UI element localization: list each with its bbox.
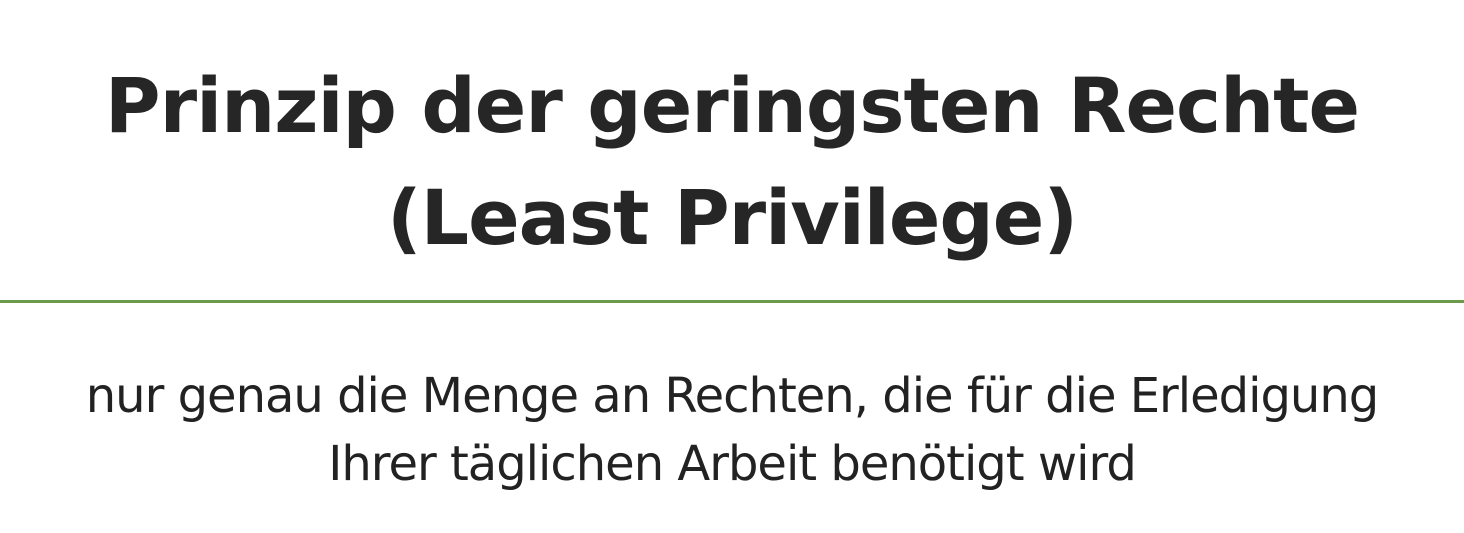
slide-description: nur genau die Menge an Rechten, die für … xyxy=(0,362,1464,498)
slide-description-line-2: Ihrer täglichen Arbeit benötigt wird xyxy=(328,436,1137,492)
slide-description-line-1: nur genau die Menge an Rechten, die für … xyxy=(85,368,1380,424)
slide: Prinzip der geringsten Rechte (Least Pri… xyxy=(0,0,1464,533)
slide-title-line-1: Prinzip der geringsten Rechte xyxy=(104,61,1360,150)
title-divider xyxy=(0,300,1464,303)
slide-title: Prinzip der geringsten Rechte (Least Pri… xyxy=(0,50,1464,274)
slide-title-line-2: (Least Privilege) xyxy=(386,173,1078,262)
